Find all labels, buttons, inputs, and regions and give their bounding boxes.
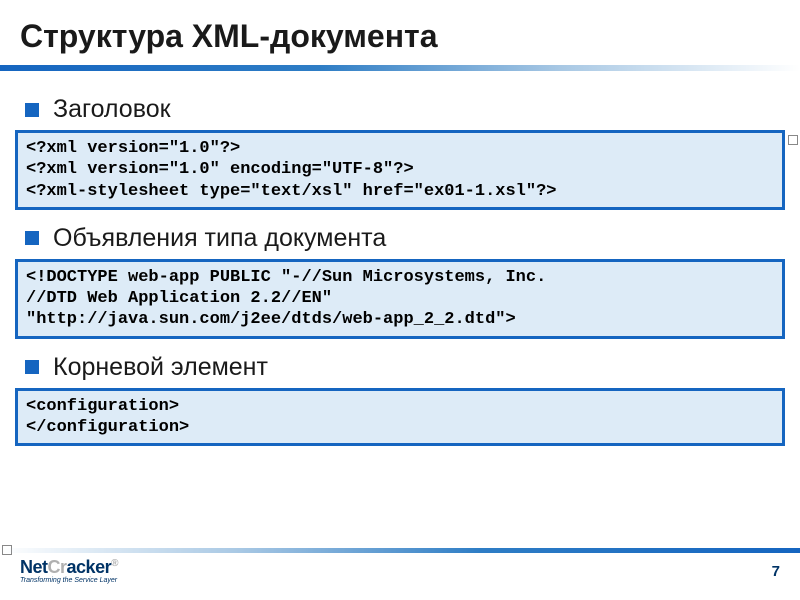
bullet-label: Объявления типа документа [53,224,386,253]
slide-title: Структура XML-документа [0,0,800,65]
title-underline [0,65,800,71]
bullet-icon [25,231,39,245]
bullet-item: Объявления типа документа [25,224,785,253]
logo-tagline: Transforming the Service Layer [20,577,118,584]
content-area: Заголовок <?xml version="1.0"?> <?xml ve… [0,79,800,446]
slide: Структура XML-документа Заголовок <?xml … [0,0,800,600]
logo: NetCracker® Transforming the Service Lay… [20,558,118,584]
footer: NetCracker® Transforming the Service Lay… [0,548,800,600]
page-number: 7 [772,563,780,580]
bullet-item: Корневой элемент [25,353,785,382]
logo-pre: Net [20,557,48,577]
decor-box-tr [788,135,798,145]
bullet-label: Заголовок [53,95,171,124]
footer-content: NetCracker® Transforming the Service Lay… [0,553,800,584]
logo-reg: ® [111,558,118,569]
bullet-icon [25,360,39,374]
logo-post: acker [67,557,112,577]
logo-text: NetCracker® [20,558,118,576]
code-block: <?xml version="1.0"?> <?xml version="1.0… [15,130,785,210]
bullet-icon [25,103,39,117]
code-block: <configuration> </configuration> [15,388,785,447]
bullet-label: Корневой элемент [53,353,268,382]
bullet-item: Заголовок [25,95,785,124]
code-block: <!DOCTYPE web-app PUBLIC "-//Sun Microsy… [15,259,785,339]
logo-mid: Cr [48,557,67,577]
